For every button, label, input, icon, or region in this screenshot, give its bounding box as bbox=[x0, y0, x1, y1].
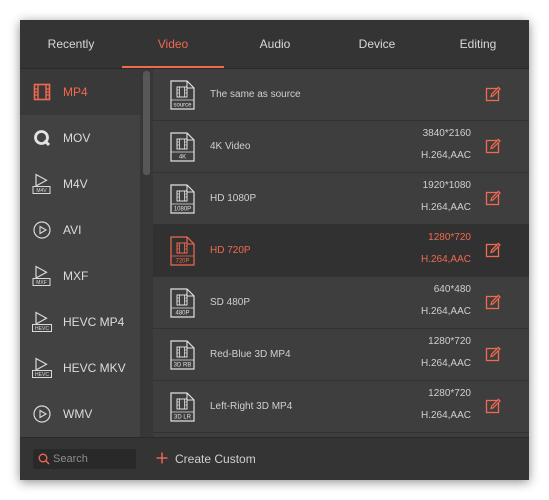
format-resolution: 1280*720 bbox=[428, 232, 471, 243]
tab-recently[interactable]: Recently bbox=[20, 20, 122, 68]
sidebar-icon-badge: HEVC bbox=[35, 326, 49, 332]
format-row[interactable]: 3D RB Red-Blue 3D MP4 1280*720 H.264,AAC bbox=[153, 329, 529, 381]
format-resolution: 3840*2160 bbox=[422, 128, 471, 139]
format-codec: H.264,AAC bbox=[420, 358, 471, 369]
edit-icon[interactable] bbox=[485, 398, 501, 414]
format-resolution: 1280*720 bbox=[428, 388, 471, 399]
video-file-icon: 1080P bbox=[170, 184, 195, 214]
video-file-icon: source bbox=[170, 80, 195, 110]
file-icon-label: 720P bbox=[175, 259, 189, 265]
video-file-icon: 480P bbox=[170, 288, 195, 318]
edit-icon[interactable] bbox=[485, 346, 501, 362]
play-circle-icon bbox=[33, 221, 51, 239]
format-resolution: 1280*720 bbox=[428, 336, 471, 347]
sidebar-item-avi[interactable]: AVI bbox=[20, 207, 140, 253]
sidebar-item-label: AVI bbox=[63, 223, 82, 237]
tab-video[interactable]: Video bbox=[122, 20, 224, 68]
file-icon-label: 4K bbox=[179, 155, 186, 161]
sidebar-item-hevc-mp4[interactable]: HEVC HEVC MP4 bbox=[20, 299, 140, 345]
sidebar-item-m4v[interactable]: M4V M4V bbox=[20, 161, 140, 207]
play-circle-icon bbox=[33, 405, 51, 423]
film-strip-icon bbox=[33, 83, 51, 101]
tab-device[interactable]: Device bbox=[326, 20, 428, 68]
format-name: The same as source bbox=[210, 89, 301, 100]
format-row[interactable]: 4K 4K Video 3840*2160 H.264,AAC bbox=[153, 121, 529, 173]
sidebar-item-label: MXF bbox=[63, 269, 89, 283]
format-codec: H.264,AAC bbox=[420, 306, 471, 317]
edit-icon[interactable] bbox=[485, 138, 501, 154]
bottom-bar: Create Custom bbox=[20, 437, 529, 480]
category-tabs: Recently Video Audio Device Editing bbox=[20, 20, 529, 69]
sidebar-scrollbar[interactable] bbox=[140, 69, 153, 437]
edit-icon[interactable] bbox=[485, 242, 501, 258]
sidebar-icon-badge: MXF bbox=[36, 280, 47, 286]
format-row[interactable]: 480P SD 480P 640*480 H.264,AAC bbox=[153, 277, 529, 329]
video-file-icon: 720P bbox=[170, 236, 195, 266]
file-icon-label: source bbox=[173, 103, 192, 109]
file-icon-label: 480P bbox=[175, 311, 189, 317]
sidebar-item-label: M4V bbox=[63, 177, 88, 191]
sidebar-icon-badge: M4V bbox=[36, 188, 47, 194]
format-name: Red-Blue 3D MP4 bbox=[210, 349, 291, 360]
format-list: source The same as source 4K 4K Video 3840*2… bbox=[153, 69, 529, 437]
format-name: Left-Right 3D MP4 bbox=[210, 401, 293, 412]
create-custom-label: Create Custom bbox=[175, 452, 256, 466]
edit-icon[interactable] bbox=[485, 190, 501, 206]
search-input[interactable] bbox=[53, 449, 133, 469]
active-tab-underline bbox=[122, 66, 224, 68]
sidebar-item-label: MOV bbox=[63, 131, 91, 145]
mxf-play-icon: MXF bbox=[32, 265, 51, 286]
sidebar-item-mxf[interactable]: MXF MXF bbox=[20, 253, 140, 299]
format-name: HD 1080P bbox=[210, 193, 257, 204]
sidebar-item-label: HEVC MKV bbox=[63, 361, 126, 375]
sidebar-item-wmv[interactable]: WMV bbox=[20, 391, 140, 437]
format-codec: H.264,AAC bbox=[420, 254, 471, 265]
sidebar-scrollbar-thumb[interactable] bbox=[143, 71, 150, 175]
edit-icon[interactable] bbox=[485, 86, 501, 102]
sidebar-item-hevc-mkv[interactable]: HEVC HEVC MKV bbox=[20, 345, 140, 391]
sidebar-item-label: HEVC MP4 bbox=[63, 315, 125, 329]
sidebar-icon-badge: HEVC bbox=[35, 372, 49, 378]
tab-editing[interactable]: Editing bbox=[427, 20, 529, 68]
format-resolution: 1920*1080 bbox=[422, 180, 471, 191]
format-selector-panel: Recently Video Audio Device Editing MP4 bbox=[20, 20, 529, 480]
file-icon-label: 3D LR bbox=[174, 415, 192, 421]
quicktime-icon bbox=[34, 130, 51, 147]
format-list-scrollbar[interactable] bbox=[523, 69, 529, 437]
video-file-icon: 4K bbox=[170, 132, 195, 162]
format-name: 4K Video bbox=[210, 141, 251, 152]
format-row[interactable]: source The same as source bbox=[153, 69, 529, 121]
search-box[interactable] bbox=[33, 449, 136, 469]
format-codec: H.264,AAC bbox=[420, 410, 471, 421]
format-name: SD 480P bbox=[210, 297, 251, 308]
format-row[interactable]: 1080P HD 1080P 1920*1080 H.264,AAC bbox=[153, 173, 529, 225]
video-file-icon: 3D RB bbox=[170, 340, 195, 370]
format-row[interactable]: 720P HD 720P 1280*720 H.264,AAC bbox=[153, 225, 529, 277]
format-sidebar: MP4 MOV M4V M4V AVI MXF MXF HEVC HEVC MP… bbox=[20, 69, 140, 437]
format-row[interactable]: 3D LR Left-Right 3D MP4 1280*720 H.264,AAC bbox=[153, 381, 529, 433]
hevc-play-icon: HEVC bbox=[32, 357, 52, 378]
file-icon-label: 1080P bbox=[174, 207, 191, 213]
format-resolution: 640*480 bbox=[433, 284, 471, 295]
m4v-play-icon: M4V bbox=[32, 173, 51, 194]
sidebar-item-mov[interactable]: MOV bbox=[20, 115, 140, 161]
format-codec: H.264,AAC bbox=[420, 150, 471, 161]
search-icon bbox=[38, 453, 50, 465]
format-codec: H.264,AAC bbox=[420, 202, 471, 213]
video-file-icon: 3D LR bbox=[170, 392, 195, 422]
sidebar-item-mp4[interactable]: MP4 bbox=[20, 69, 140, 115]
tab-audio[interactable]: Audio bbox=[224, 20, 326, 68]
sidebar-item-label: WMV bbox=[63, 407, 93, 421]
edit-icon[interactable] bbox=[485, 294, 501, 310]
file-icon-label: 3D RB bbox=[174, 363, 192, 369]
sidebar-item-label: MP4 bbox=[63, 85, 88, 99]
hevc-play-icon: HEVC bbox=[32, 311, 52, 332]
format-name: HD 720P bbox=[210, 245, 251, 256]
plus-icon bbox=[156, 452, 168, 464]
